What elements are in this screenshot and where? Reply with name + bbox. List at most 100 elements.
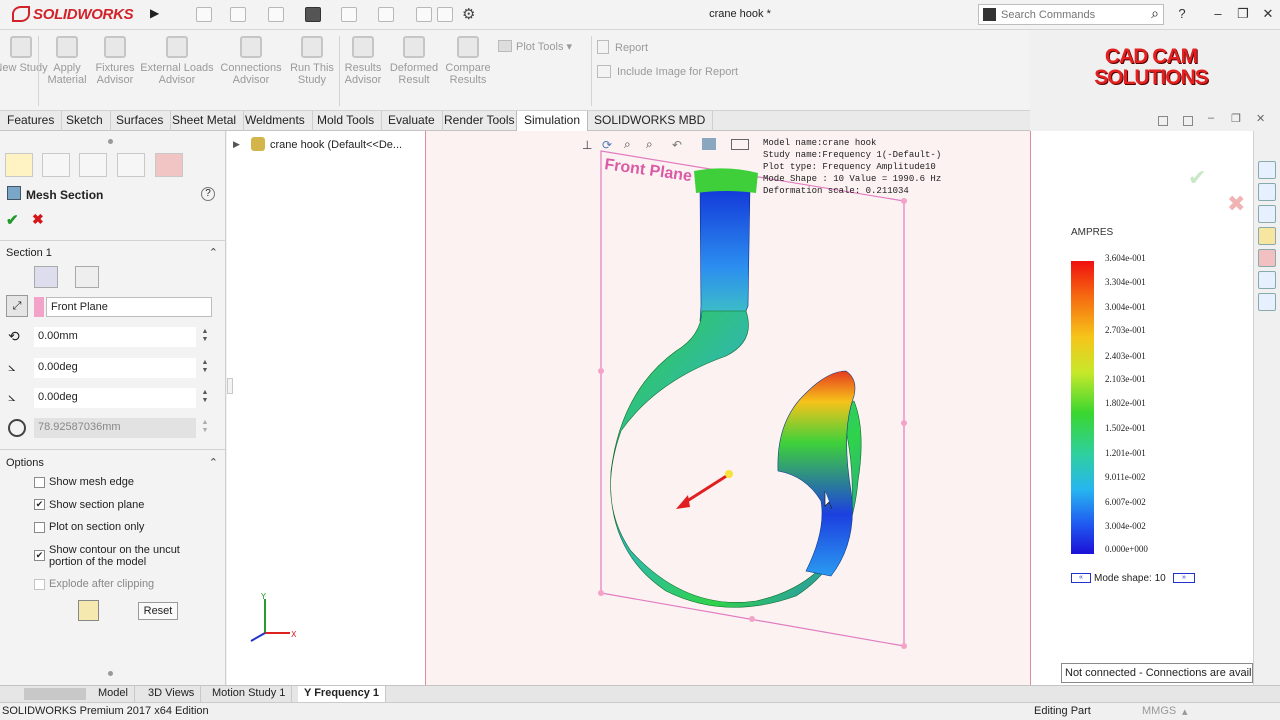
tab-sheet-metal[interactable]: Sheet Metal bbox=[165, 111, 245, 131]
previous-mode-icon[interactable]: « bbox=[1071, 573, 1091, 583]
forum-icon[interactable] bbox=[1258, 293, 1276, 311]
include-image-button[interactable]: Include Image for Report bbox=[597, 65, 738, 78]
tab-mold-tools[interactable]: Mold Tools bbox=[310, 111, 383, 131]
options-header[interactable]: Options ⌃ bbox=[6, 457, 220, 471]
property-manager-tab-icon[interactable] bbox=[42, 153, 70, 177]
offset-field[interactable]: 0.00mm bbox=[34, 327, 196, 347]
next-mode-icon[interactable]: » bbox=[1173, 573, 1195, 583]
fixtures-advisor-button[interactable]: Fixtures Advisor bbox=[86, 36, 144, 86]
feature-manager-tab-icon[interactable] bbox=[5, 153, 33, 177]
appearances-icon[interactable] bbox=[1258, 249, 1276, 267]
help-icon[interactable]: ? bbox=[201, 187, 215, 201]
angle-x-field[interactable]: 0.00deg bbox=[34, 358, 196, 378]
load-arrow-icon bbox=[166, 36, 188, 58]
file-explorer-icon[interactable] bbox=[1258, 227, 1276, 245]
search-commands[interactable]: ⌕ bbox=[978, 4, 1164, 25]
display-manager-tab-icon[interactable] bbox=[155, 153, 183, 177]
float-icon[interactable] bbox=[1183, 116, 1193, 126]
reset-button[interactable]: Reset bbox=[138, 602, 178, 620]
solidworks-logo[interactable]: SOLIDWORKS bbox=[12, 6, 134, 23]
collapse-chevron-icon[interactable]: ⌃ bbox=[209, 456, 218, 469]
restore-button[interactable]: ❐ bbox=[1233, 6, 1253, 22]
file-properties-icon[interactable] bbox=[437, 7, 453, 22]
tab-motion-study-1[interactable]: Motion Study 1 bbox=[206, 686, 293, 702]
plot-tools-button[interactable]: Plot Tools ▾ bbox=[498, 40, 572, 53]
report-button[interactable]: Report bbox=[597, 40, 648, 54]
section1-header[interactable]: Section 1 ⌃ bbox=[6, 247, 220, 261]
panel-grip-icon[interactable] bbox=[108, 139, 113, 144]
cancel-x-icon[interactable]: ✖ bbox=[32, 211, 44, 228]
reverse-direction-icon[interactable]: ⤢ bbox=[6, 295, 28, 317]
tab-model[interactable]: Model bbox=[92, 686, 135, 702]
configuration-manager-tab-icon[interactable] bbox=[79, 153, 107, 177]
close-button[interactable]: ✕ bbox=[1258, 6, 1278, 22]
results-advisor-button[interactable]: Results Advisor bbox=[340, 36, 386, 86]
command-tabs: Features Sketch Surfaces Sheet Metal Wel… bbox=[0, 110, 1030, 131]
tab-solidworks-mbd[interactable]: SOLIDWORKS MBD bbox=[587, 111, 714, 131]
design-library-icon[interactable] bbox=[1258, 205, 1276, 223]
dimxpert-tab-icon[interactable] bbox=[117, 153, 145, 177]
tab-features[interactable]: Features bbox=[0, 111, 63, 131]
triad-axes-icon: Y X bbox=[250, 592, 297, 642]
panel-grip-icon[interactable] bbox=[108, 671, 113, 676]
pane-restore-icon[interactable]: ❐ bbox=[1231, 112, 1241, 125]
show-contour-uncut-checkbox[interactable]: ✔ bbox=[34, 550, 45, 561]
ok-check-icon[interactable]: ✔ bbox=[6, 211, 19, 229]
collapse-chevron-icon[interactable]: ⌃ bbox=[209, 246, 218, 259]
show-mesh-edge-checkbox[interactable] bbox=[34, 477, 45, 488]
panel-splitter[interactable] bbox=[227, 378, 233, 394]
minimize-button[interactable]: – bbox=[1208, 6, 1228, 22]
tab-frequency-1[interactable]: Y Frequency 1 bbox=[298, 686, 387, 702]
home-icon[interactable] bbox=[1258, 161, 1276, 179]
units-dropdown-icon[interactable]: ▴ bbox=[1182, 705, 1188, 718]
open-icon[interactable] bbox=[230, 7, 246, 22]
pane-minimize-icon[interactable]: – bbox=[1208, 112, 1214, 124]
save-icon[interactable] bbox=[268, 7, 284, 22]
undo-icon[interactable] bbox=[341, 7, 357, 22]
connections-advisor-button[interactable]: Connections Advisor bbox=[218, 36, 284, 86]
resources-icon[interactable] bbox=[1258, 183, 1276, 201]
tab-scroll-arrows-icon[interactable] bbox=[24, 688, 86, 700]
plot-on-section-only-checkbox[interactable] bbox=[34, 522, 45, 533]
angle-y-field[interactable]: 0.00deg bbox=[34, 388, 196, 408]
external-loads-button[interactable]: External Loads Advisor bbox=[140, 36, 214, 86]
tab-evaluate[interactable]: Evaluate bbox=[381, 111, 443, 131]
menu-expand-icon[interactable]: ▶ bbox=[150, 6, 159, 20]
compare-results-button[interactable]: Compare Results bbox=[440, 36, 496, 86]
confirm-check-icon[interactable]: ✔ bbox=[1188, 165, 1206, 191]
tree-expand-icon[interactable]: ▶ bbox=[233, 139, 240, 150]
help-icon[interactable]: ? bbox=[1172, 6, 1192, 22]
tab-render-tools[interactable]: Render Tools bbox=[437, 111, 523, 131]
plane-section-icon[interactable] bbox=[34, 266, 58, 288]
deformed-result-button[interactable]: Deformed Result bbox=[386, 36, 442, 86]
select-icon[interactable] bbox=[378, 7, 394, 22]
search-input[interactable] bbox=[1001, 7, 1131, 22]
cylinder-section-icon[interactable] bbox=[75, 266, 99, 288]
graphics-area[interactable]: ⊥ ⟳ ⌕ ⌕ ↶ Front Plane Model name:crane h… bbox=[425, 131, 1031, 685]
search-icon[interactable]: ⌕ bbox=[1151, 5, 1159, 22]
units-label[interactable]: MMGS bbox=[1142, 705, 1176, 717]
tree-root-item[interactable]: crane hook (Default<<De... bbox=[270, 139, 402, 151]
options-gear-icon[interactable]: ⚙ bbox=[462, 5, 475, 23]
dock-icon[interactable] bbox=[1158, 116, 1168, 126]
explode-after-clipping-checkbox[interactable] bbox=[34, 579, 45, 590]
tab-sketch[interactable]: Sketch bbox=[59, 111, 111, 131]
custom-properties-icon[interactable] bbox=[1258, 271, 1276, 289]
plane-reference-field[interactable]: Front Plane bbox=[46, 297, 212, 317]
reject-x-icon[interactable]: ✖ bbox=[1227, 191, 1245, 217]
offset-spinner-icon[interactable]: ▲ ▼ bbox=[200, 328, 210, 344]
print-icon[interactable] bbox=[305, 7, 321, 22]
tab-surfaces[interactable]: Surfaces bbox=[109, 111, 172, 131]
show-section-plane-checkbox[interactable]: ✔ bbox=[34, 499, 45, 510]
tab-weldments[interactable]: Weldments bbox=[238, 111, 313, 131]
tab-3d-views[interactable]: 3D Views bbox=[142, 686, 202, 702]
pane-close-icon[interactable]: ✕ bbox=[1256, 112, 1265, 125]
angle-y-spinner-icon[interactable]: ▲ ▼ bbox=[200, 389, 210, 405]
rebuild-icon[interactable] bbox=[416, 7, 432, 22]
tab-simulation[interactable]: Simulation bbox=[516, 111, 589, 131]
document-title: crane hook * bbox=[709, 8, 771, 20]
chart-options-icon[interactable] bbox=[78, 600, 99, 621]
angle-x-spinner-icon[interactable]: ▲ ▼ bbox=[200, 359, 210, 375]
run-study-button[interactable]: Run This Study bbox=[286, 36, 338, 86]
new-document-icon[interactable] bbox=[196, 7, 212, 22]
